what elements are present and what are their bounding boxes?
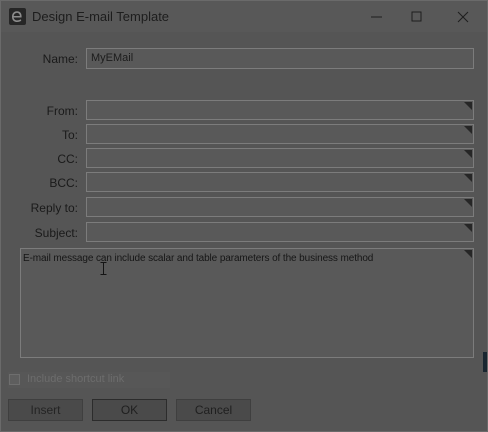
message-body-text: E-mail message can include scalar and ta… [23, 253, 374, 264]
bcc-label: BCC: [49, 176, 78, 190]
name-input[interactable]: MyEMail [86, 48, 474, 69]
field-menu-corner-icon[interactable] [464, 250, 472, 258]
include-shortcut-label: Include shortcut link [27, 373, 125, 385]
field-menu-corner-icon[interactable] [464, 199, 472, 207]
close-button[interactable] [443, 4, 483, 30]
reply-to-input[interactable] [86, 197, 474, 217]
name-label: Name: [42, 52, 78, 66]
background-window-edge [483, 352, 487, 372]
field-menu-corner-icon[interactable] [464, 150, 472, 158]
window-title: Design E-mail Template [32, 9, 170, 24]
subject-label: Subject: [34, 226, 78, 240]
cc-label: CC: [57, 152, 78, 166]
cancel-button[interactable]: Cancel [176, 399, 251, 421]
minimize-icon [371, 16, 382, 18]
design-email-template-dialog: Design E-mail Template Name: MyEMail Fro… [0, 0, 488, 432]
text-cursor-icon [100, 262, 107, 280]
reply-to-label: Reply to: [30, 201, 78, 215]
field-menu-corner-icon[interactable] [464, 126, 472, 134]
insert-button[interactable]: Insert [8, 399, 83, 421]
field-menu-corner-icon[interactable] [464, 102, 472, 110]
include-shortcut-checkbox[interactable] [9, 374, 20, 385]
field-menu-corner-icon[interactable] [464, 224, 472, 232]
maximize-icon [411, 11, 422, 22]
title-bar[interactable]: Design E-mail Template [1, 1, 487, 32]
subject-input[interactable] [86, 222, 474, 242]
app-logo-icon [9, 8, 26, 25]
cc-input[interactable] [86, 148, 474, 168]
ok-button[interactable]: OK [92, 399, 167, 421]
to-label: To: [61, 128, 78, 142]
field-menu-corner-icon[interactable] [464, 174, 472, 182]
maximize-button[interactable] [397, 4, 437, 30]
name-input-value: MyEMail [91, 52, 134, 64]
to-input[interactable] [86, 124, 474, 144]
from-input[interactable] [86, 100, 474, 120]
bcc-input[interactable] [86, 172, 474, 192]
message-body-textarea[interactable]: E-mail message can include scalar and ta… [20, 248, 474, 358]
include-shortcut-option[interactable]: Include shortcut link [8, 372, 170, 388]
close-icon [457, 11, 469, 23]
from-label: From: [46, 104, 78, 118]
minimize-button[interactable] [357, 4, 397, 30]
